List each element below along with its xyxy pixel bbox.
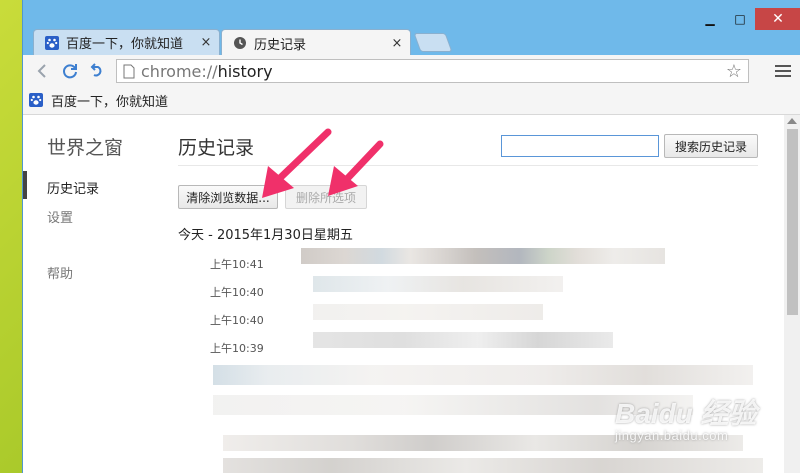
- reload-icon[interactable]: [59, 60, 81, 82]
- blurred-entry-title[interactable]: [313, 332, 613, 348]
- day-heading: 今天 - 2015年1月30日星期五: [178, 228, 353, 243]
- baidu-paw-icon: [29, 92, 45, 109]
- close-tab-icon[interactable]: ×: [197, 35, 215, 50]
- address-bar[interactable]: chrome://history ☆: [116, 59, 749, 83]
- bookmark-label: 百度一下，你就知道: [51, 95, 169, 110]
- sidebar-title: 世界之窗: [47, 137, 124, 159]
- sidebar-item-settings[interactable]: 设置: [47, 207, 73, 226]
- blurred-entry-title[interactable]: [223, 458, 763, 473]
- scrollbar[interactable]: [784, 115, 800, 473]
- bookmark-baidu[interactable]: 百度一下，你就知道: [29, 91, 168, 110]
- blurred-entry-title[interactable]: [313, 276, 563, 292]
- page-icon: [123, 64, 135, 79]
- menu-icon[interactable]: [775, 62, 791, 80]
- active-indicator: [23, 171, 27, 199]
- close-window-button[interactable]: ✕: [755, 8, 800, 30]
- entry-time: 上午10:41: [210, 258, 264, 271]
- close-tab-icon[interactable]: ×: [388, 36, 406, 51]
- sidebar-item-history[interactable]: 历史记录: [47, 178, 99, 197]
- annotation-arrow-icon: [328, 140, 384, 196]
- tab-baidu[interactable]: 百度一下，你就知道 ×: [33, 29, 220, 55]
- undo-icon[interactable]: [85, 60, 107, 82]
- baidu-jingyan-watermark: Baidu 经验 jingyan.baidu.com: [615, 398, 757, 443]
- history-clock-icon: [232, 35, 248, 51]
- search-history-button[interactable]: 搜索历史记录: [664, 134, 758, 158]
- bookmark-star-icon[interactable]: ☆: [726, 61, 742, 82]
- search-history-input[interactable]: [501, 135, 659, 157]
- scroll-thumb[interactable]: [787, 129, 798, 315]
- minimize-button[interactable]: ▁: [695, 8, 725, 30]
- sidebar-item-help[interactable]: 帮助: [47, 263, 73, 282]
- bookmarks-bar: 百度一下，你就知道: [23, 87, 800, 115]
- new-tab-button[interactable]: [413, 33, 453, 52]
- baidu-paw-icon: [44, 35, 60, 51]
- tab-label: 历史记录: [254, 37, 307, 53]
- tab-label: 百度一下，你就知道: [66, 37, 184, 52]
- maximize-button[interactable]: □: [725, 8, 755, 30]
- page-title: 历史记录: [178, 137, 255, 159]
- blurred-entry-title[interactable]: [213, 365, 753, 385]
- blurred-entry-title[interactable]: [313, 304, 543, 320]
- back-icon[interactable]: [31, 60, 53, 82]
- scroll-up-icon[interactable]: [787, 118, 797, 124]
- tab-history[interactable]: 历史记录 ×: [221, 29, 411, 56]
- toolbar: chrome://history ☆: [23, 55, 800, 88]
- entry-time: 上午10:40: [210, 286, 264, 299]
- entry-time: 上午10:40: [210, 314, 264, 327]
- entry-time: 上午10:39: [210, 342, 264, 355]
- blurred-entry-title[interactable]: [301, 248, 665, 264]
- url-text: chrome://history: [141, 61, 273, 81]
- window-controls: ▁ □ ✕: [695, 8, 800, 30]
